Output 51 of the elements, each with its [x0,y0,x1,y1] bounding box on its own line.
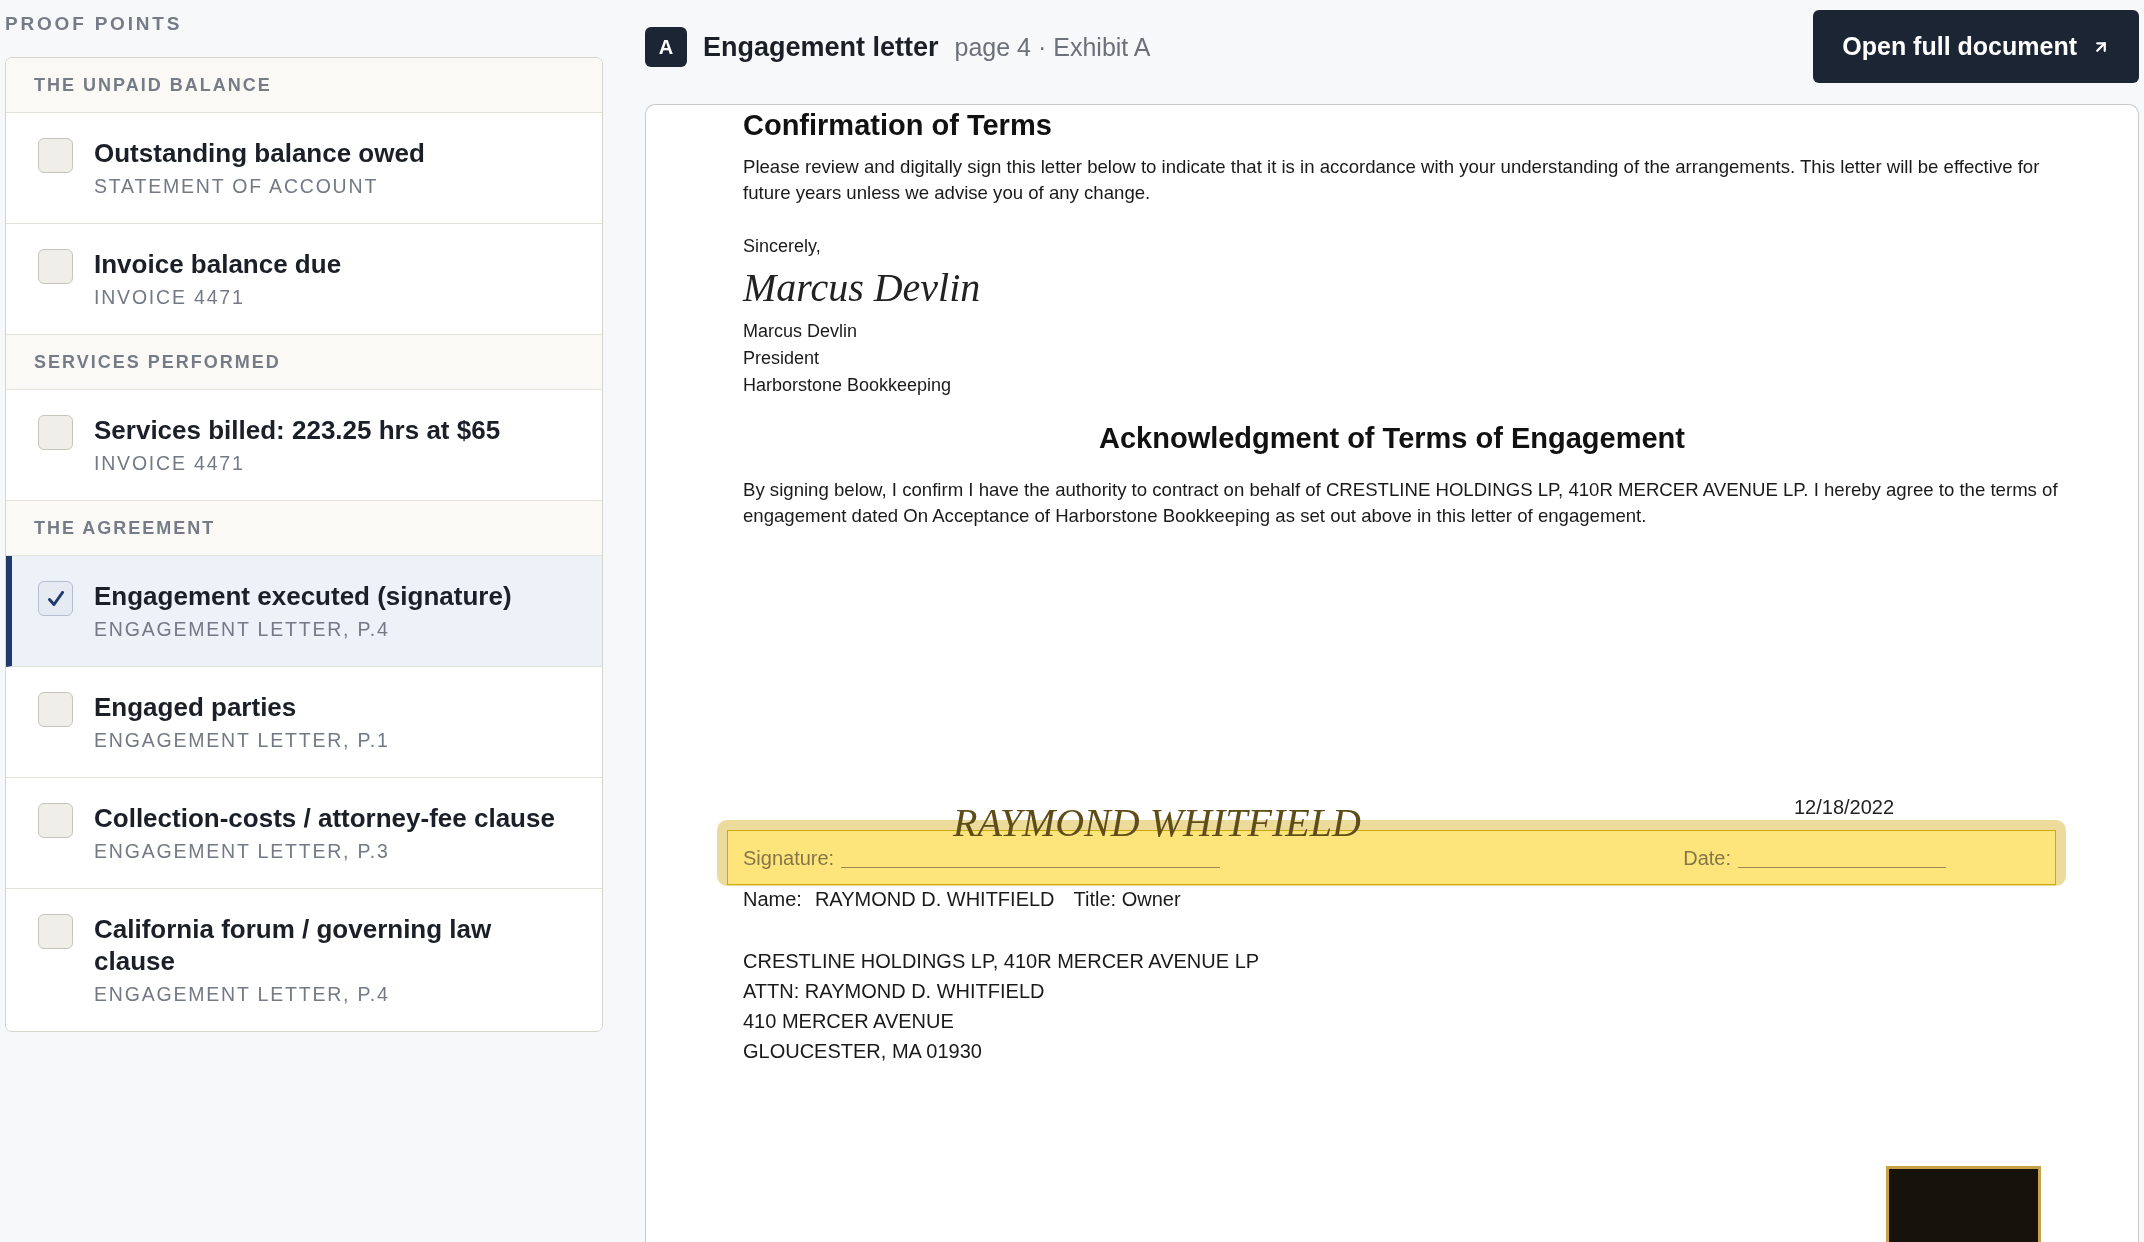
proof-point-title: Invoice balance due [94,248,342,280]
sender-line: President [743,347,820,370]
source-label: ENGAGEMENT LETTER, P.4 [94,617,390,642]
source-label: INVOICE 4471 [94,285,245,310]
document-heading: Acknowledgment of Terms of Engagement [1098,421,1686,456]
proof-point-title: Outstanding balance owed [94,137,425,169]
proof-point-title: California forum / governing law clause [94,913,493,977]
name-label: Name: [743,887,802,911]
open-document-button[interactable]: Open full document [1813,10,2139,83]
section-header: THE UNPAID BALANCE [6,58,602,113]
proof-point-item[interactable]: Engagement executed (signature) ENGAGEMENT LETTER, P.4 [6,556,602,667]
signature-script: Marcus Devlin [743,264,981,312]
date-text: 12/18/2022 [1794,795,1895,819]
document-paragraph: Please review and digitally sign this letter below to indicate that it is in accordance with your understanding of the arrangements. This letter will be effective for future years unless we advise you of any change. [743,155,2041,205]
checkbox[interactable] [38,803,73,838]
sender-line: Marcus Devlin [743,320,858,343]
source-label: ENGAGEMENT LETTER, P.1 [94,728,390,753]
checkbox[interactable] [38,692,73,727]
section-header: SERVICES PERFORMED [6,335,602,390]
exhibit-badge: A [645,26,687,67]
proof-point-title: Collection-costs / attorney-fee clause [94,802,555,834]
source-label: INVOICE 4471 [94,451,245,476]
check-icon [47,591,64,606]
source-label: STATEMENT OF ACCOUNT [94,174,379,199]
sender-line: Harborstone Bookkeeping [743,374,952,397]
document-title: Engagement letter [703,30,939,64]
checkbox[interactable] [38,914,73,949]
checkbox[interactable] [38,415,73,450]
address-line: GLOUCESTER, MA 01930 [743,1039,982,1064]
address-line: ATTN: RAYMOND D. WHITFIELD [743,979,1045,1004]
field-label: Date: [1683,845,1731,870]
field-label: Signature: [743,845,835,870]
source-label: ENGAGEMENT LETTER, P.3 [94,839,390,864]
signer-name: RAYMOND D. WHITFIELD [814,887,1055,911]
panel-heading: PROOF POINTS [5,12,183,36]
section-header: THE AGREEMENT [6,501,602,556]
proof-point-title: Engagement executed (signature) [94,580,512,612]
signer-title: Title: Owner [1073,887,1181,911]
document-heading: Confirmation of Terms [743,108,1053,143]
closing-text: Sincerely, [743,235,821,258]
document-paragraph: By signing below, I confirm I have the authority to contract on behalf of CRESTLINE HOLDINGS LP, 410R MERCER AVENUE LP. I hereby agree to the terms of engagement dated On Acceptance of Harborstone Bookkeeping as set out above in this letter of engagement. [743,478,2059,528]
proof-point-title: Engaged parties [94,691,297,723]
logo-icon [1886,1166,2041,1242]
checkbox[interactable] [38,249,73,284]
address-line: 410 MERCER AVENUE [743,1009,954,1034]
checkbox[interactable] [38,581,73,616]
source-label: ENGAGEMENT LETTER, P.4 [94,982,390,1007]
page-reference: page 4 · Exhibit A [954,31,1151,63]
address-line: CRESTLINE HOLDINGS LP, 410R MERCER AVENUE LP [743,949,1260,974]
proof-point-title: Services billed: 223.25 hrs at $65 [94,414,501,446]
checkbox[interactable] [38,138,73,173]
